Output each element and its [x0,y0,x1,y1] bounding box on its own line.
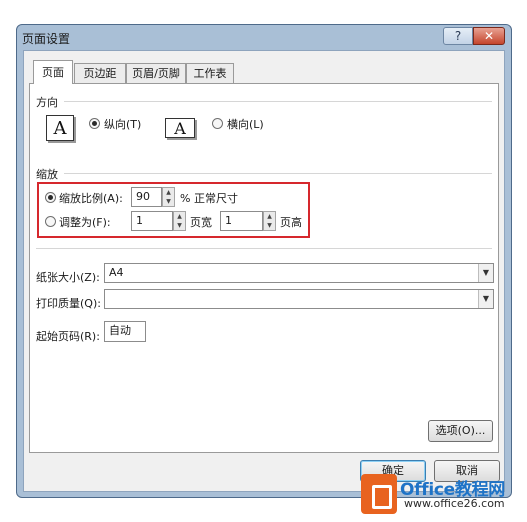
help-button[interactable]: ? [443,27,473,45]
spin-up-icon[interactable]: ▲ [163,188,174,197]
landscape-label[interactable]: 横向(L) [227,116,264,132]
spin-down-icon[interactable]: ▼ [163,197,174,206]
options-button[interactable]: 选项(O)... [428,420,493,442]
scale-percent-input[interactable]: 90 [131,187,162,207]
watermark-url: www.office26.com [404,497,505,510]
fit-pages-tall-input[interactable]: 1 [220,211,263,231]
landscape-page-icon: A [165,118,195,138]
adjust-to-label[interactable]: 缩放比例(A): [59,190,123,206]
tab-header-footer[interactable]: 页眉/页脚 [126,63,186,83]
adjust-to-radio[interactable] [45,192,56,203]
print-quality-label: 打印质量(Q): [36,297,101,310]
portrait-radio[interactable] [89,118,100,129]
first-page-number-input[interactable]: 自动 [104,321,146,342]
fit-pages-wide-input[interactable]: 1 [131,211,173,231]
close-button[interactable]: ✕ [473,27,505,45]
paper-size-label: 纸张大小(Z): [36,271,100,284]
fit-to-label[interactable]: 调整为(F): [59,214,111,230]
tab-page[interactable]: 页面 [33,60,73,84]
chevron-down-icon[interactable]: ▼ [478,264,493,282]
portrait-page-icon: A [46,115,74,141]
tab-sheet[interactable]: 工作表 [186,63,234,83]
spin-down-icon[interactable]: ▼ [264,221,275,230]
spin-up-icon[interactable]: ▲ [264,212,275,221]
spin-down-icon[interactable]: ▼ [174,221,185,230]
scale-percent-suffix: % 正常尺寸 [180,192,238,205]
orientation-separator [64,101,492,102]
fit-pages-wide-spinner[interactable]: ▲ ▼ [173,211,186,231]
orientation-label: 方向 [36,96,58,109]
print-quality-select[interactable]: ▼ [104,289,494,309]
dialog-title: 页面设置 [22,32,71,46]
tab-margins[interactable]: 页边距 [74,63,126,83]
scaling-separator [64,173,492,174]
chevron-down-icon[interactable]: ▼ [478,290,493,308]
paper-size-value: A4 [109,266,124,279]
fit-to-radio[interactable] [45,216,56,227]
portrait-label[interactable]: 纵向(T) [104,116,141,132]
paper-size-select[interactable]: A4 ▼ [104,263,494,283]
office-logo-icon [361,474,397,514]
spin-up-icon[interactable]: ▲ [174,212,185,221]
fit-pages-tall-spinner[interactable]: ▲ ▼ [263,211,276,231]
pages-wide-unit: 页宽 [190,216,212,229]
landscape-radio[interactable] [212,118,223,129]
pages-tall-unit: 页高 [280,216,302,229]
scaling-bottom-separator [36,248,492,249]
first-page-number-label: 起始页码(R): [36,330,100,343]
scaling-label: 缩放 [36,168,58,181]
scale-percent-spinner[interactable]: ▲ ▼ [162,187,175,207]
